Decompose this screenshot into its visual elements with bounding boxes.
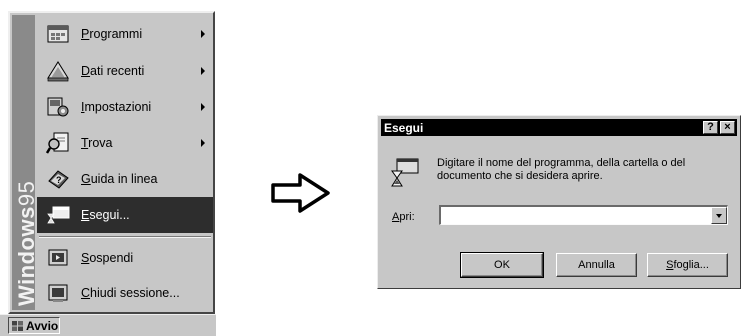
documents-icon: [47, 61, 69, 82]
open-input[interactable]: [442, 207, 712, 224]
close-button[interactable]: ×: [720, 121, 735, 134]
brand-light: 95: [14, 180, 39, 207]
menu-item-esegui[interactable]: Esegui...: [37, 197, 213, 233]
menu-item-label: Esegui...: [81, 208, 130, 222]
windows95-brand: Windows95: [14, 180, 39, 306]
dialog-message: Digitare il nome del programma, della ca…: [437, 157, 686, 182]
menu-separator: [39, 236, 211, 238]
ok-button[interactable]: OK: [460, 252, 544, 278]
menu-item-programmi[interactable]: Programmi: [37, 16, 213, 52]
menu-item-trova[interactable]: Trova: [37, 125, 213, 161]
menu-item-dati-recenti[interactable]: Dati recenti: [37, 53, 213, 89]
menu-item-label: Sospendi: [81, 251, 134, 265]
submenu-arrow-icon: [201, 139, 205, 147]
menu-item-label: Dati recenti: [81, 64, 145, 78]
submenu-arrow-icon: [201, 103, 205, 111]
dialog-titlebar[interactable]: Esegui ? ×: [381, 119, 737, 136]
menu-item-label: Programmi: [81, 27, 143, 41]
browse-accel: S: [666, 259, 674, 271]
help-button[interactable]: ?: [703, 121, 718, 134]
brand-bold: Windows: [14, 206, 39, 306]
menu-item-label: Guida in linea: [81, 172, 158, 186]
menu-item-impostazioni[interactable]: Impostazioni: [37, 89, 213, 125]
shutdown-icon: [48, 284, 68, 302]
menu-item-label: Chiudi sessione...: [81, 286, 180, 300]
open-combobox[interactable]: [439, 205, 728, 225]
suspend-icon: [48, 249, 68, 266]
start-button[interactable]: Avvio: [8, 317, 60, 334]
dropdown-arrow-icon[interactable]: [711, 207, 727, 224]
start-button-label: Avvio: [26, 318, 59, 333]
dialog-title: Esegui: [384, 120, 424, 135]
open-label: Apri:: [392, 211, 415, 223]
run-icon: [391, 158, 419, 187]
menu-item-sospendi[interactable]: Sospendi: [37, 240, 213, 276]
svg-text:?: ?: [56, 175, 62, 185]
browse-label: foglia...: [673, 259, 709, 271]
run-dialog: Esegui ? × Digitare il nome del programm…: [377, 115, 741, 289]
taskbar: Avvio: [0, 314, 216, 336]
brand-strip: Windows95: [12, 15, 39, 310]
submenu-arrow-icon: [201, 30, 205, 38]
find-icon: [45, 132, 69, 154]
menu-item-label: Trova: [81, 136, 113, 150]
cancel-button[interactable]: Annulla: [556, 253, 637, 277]
windows-logo-icon: [12, 320, 23, 331]
menu-item-guida-in-linea[interactable]: ? Guida in linea: [37, 161, 213, 197]
menu-item-chiudi-sessione[interactable]: Chiudi sessione...: [37, 275, 213, 311]
programs-icon: [47, 25, 69, 43]
right-arrow-icon: [271, 173, 330, 213]
submenu-arrow-icon: [201, 67, 205, 75]
help-icon: ?: [48, 170, 69, 189]
menu-item-label: Impostazioni: [81, 100, 152, 114]
start-menu: Windows95 Programmi Dati recenti Imposta…: [8, 11, 215, 314]
settings-icon: [47, 97, 69, 117]
run-icon: [47, 206, 70, 224]
browse-button[interactable]: Sfoglia...: [647, 253, 728, 277]
